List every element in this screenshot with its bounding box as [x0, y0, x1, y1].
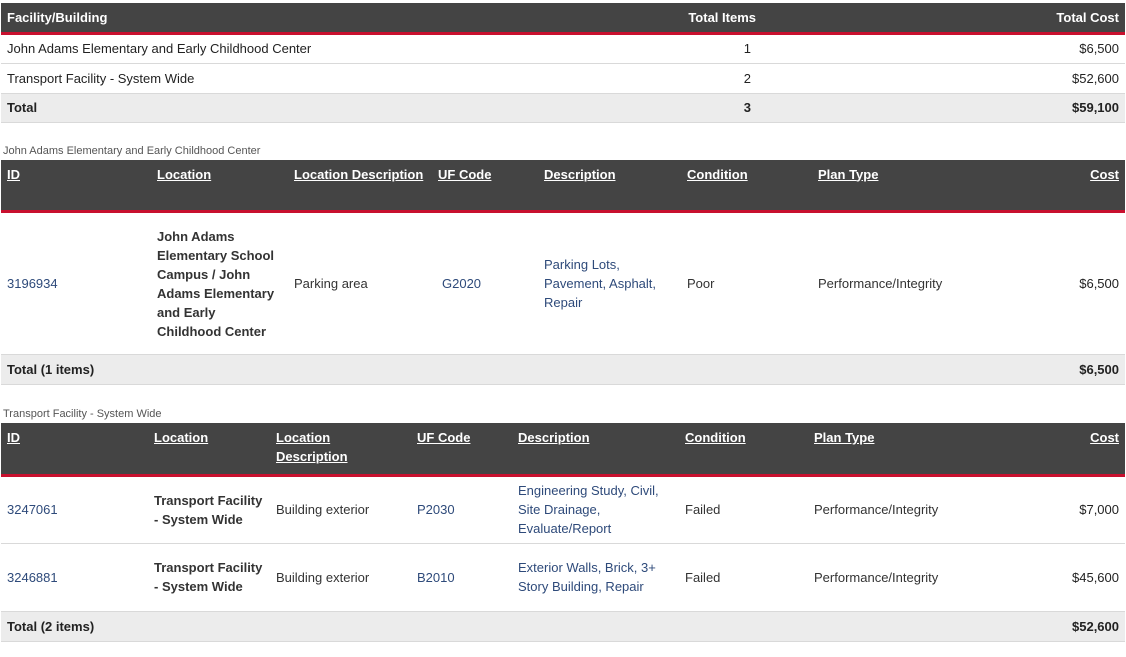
detail-header-row: ID Location Location Description UF Code… [1, 423, 1125, 477]
summary-total-items: 3 [561, 93, 821, 123]
item-uf-code: P2030 [411, 475, 512, 544]
item-location-description: Parking area [288, 211, 432, 355]
report-page: Facility/Building Total Items Total Cost… [0, 3, 1126, 657]
item-cost: $7,000 [1026, 475, 1125, 544]
item-condition: Failed [679, 543, 808, 612]
item-condition: Poor [681, 211, 812, 355]
table-row: 3247061 Transport Facility - System Wide… [1, 475, 1125, 544]
section-total-row: Total (2 items) $52,600 [1, 611, 1125, 642]
section-title: Transport Facility - System Wide [3, 408, 162, 420]
item-location: John Adams Elementary School Campus / Jo… [151, 211, 288, 355]
item-location: Transport Facility - System Wide [148, 543, 270, 612]
description-column-header[interactable]: Description [512, 423, 679, 477]
total-cost-value: $6,500 [821, 33, 1125, 64]
summary-total-cost: $59,100 [821, 93, 1125, 123]
summary-header-row: Facility/Building Total Items Total Cost [1, 3, 1125, 35]
item-plan-type: Performance/Integrity [808, 543, 1026, 612]
summary-row: Transport Facility - System Wide 2 $52,6… [1, 63, 1125, 94]
condition-column-header[interactable]: Condition [681, 159, 812, 213]
item-location-description: Building exterior [270, 543, 411, 612]
location-column-header[interactable]: Location [148, 423, 270, 477]
summary-table: Facility/Building Total Items Total Cost… [1, 3, 1125, 123]
total-items-value: 1 [561, 33, 821, 64]
summary-row: John Adams Elementary and Early Childhoo… [1, 33, 1125, 64]
total-cost-value: $52,600 [821, 63, 1125, 94]
id-column-header[interactable]: ID [1, 423, 148, 477]
item-id: 3246881 [1, 543, 148, 612]
item-cost: $45,600 [1026, 543, 1125, 612]
location-description-column-header[interactable]: Location Description [288, 159, 432, 213]
item-location: Transport Facility - System Wide [148, 475, 270, 544]
item-plan-type: Performance/Integrity [808, 475, 1026, 544]
table-row: 3246881 Transport Facility - System Wide… [1, 543, 1125, 612]
section-total-row: Total (1 items) $6,500 [1, 354, 1125, 385]
item-plan-type: Performance/Integrity [812, 211, 1032, 355]
item-id: 3196934 [1, 211, 151, 355]
item-condition: Failed [679, 475, 808, 544]
detail-table: ID Location Location Description UF Code… [1, 423, 1125, 642]
item-description: Exterior Walls, Brick, 3+ Story Building… [512, 543, 679, 612]
section-total-label: Total (1 items) [1, 354, 1032, 385]
total-cost-column-header[interactable]: Total Cost [821, 3, 1125, 35]
cost-column-header[interactable]: Cost [1026, 423, 1125, 477]
section-total-label: Total (2 items) [1, 611, 1026, 642]
item-description: Parking Lots, Pavement, Asphalt, Repair [538, 211, 681, 355]
section-total-cost: $6,500 [1032, 354, 1125, 385]
item-location-description: Building exterior [270, 475, 411, 544]
facility-name: John Adams Elementary and Early Childhoo… [1, 33, 561, 64]
cost-column-header[interactable]: Cost [1032, 159, 1125, 213]
total-items-column-header[interactable]: Total Items [561, 3, 821, 35]
summary-total-label: Total [1, 93, 561, 123]
facility-column-header[interactable]: Facility/Building [1, 3, 561, 35]
description-column-header[interactable]: Description [538, 159, 681, 213]
location-description-column-header[interactable]: Location Description [270, 423, 411, 477]
uf-code-column-header[interactable]: UF Code [432, 159, 538, 213]
item-uf-code: B2010 [411, 543, 512, 612]
item-uf-code: G2020 [432, 211, 538, 355]
detail-header-row: ID Location Location Description UF Code… [1, 159, 1125, 213]
item-id: 3247061 [1, 475, 148, 544]
id-column-header[interactable]: ID [1, 159, 151, 213]
condition-column-header[interactable]: Condition [679, 423, 808, 477]
total-items-value: 2 [561, 63, 821, 94]
location-column-header[interactable]: Location [151, 159, 288, 213]
facility-name: Transport Facility - System Wide [1, 63, 561, 94]
item-cost: $6,500 [1032, 211, 1125, 355]
item-description: Engineering Study, Civil, Site Drainage,… [512, 475, 679, 544]
section-title: John Adams Elementary and Early Childhoo… [3, 144, 261, 157]
detail-table: ID Location Location Description UF Code… [1, 159, 1125, 385]
uf-code-column-header[interactable]: UF Code [411, 423, 512, 477]
summary-total-row: Total 3 $59,100 [1, 93, 1125, 123]
plan-type-column-header[interactable]: Plan Type [808, 423, 1026, 477]
section-total-cost: $52,600 [1026, 611, 1125, 642]
table-row: 3196934 John Adams Elementary School Cam… [1, 211, 1125, 355]
plan-type-column-header[interactable]: Plan Type [812, 159, 1032, 213]
